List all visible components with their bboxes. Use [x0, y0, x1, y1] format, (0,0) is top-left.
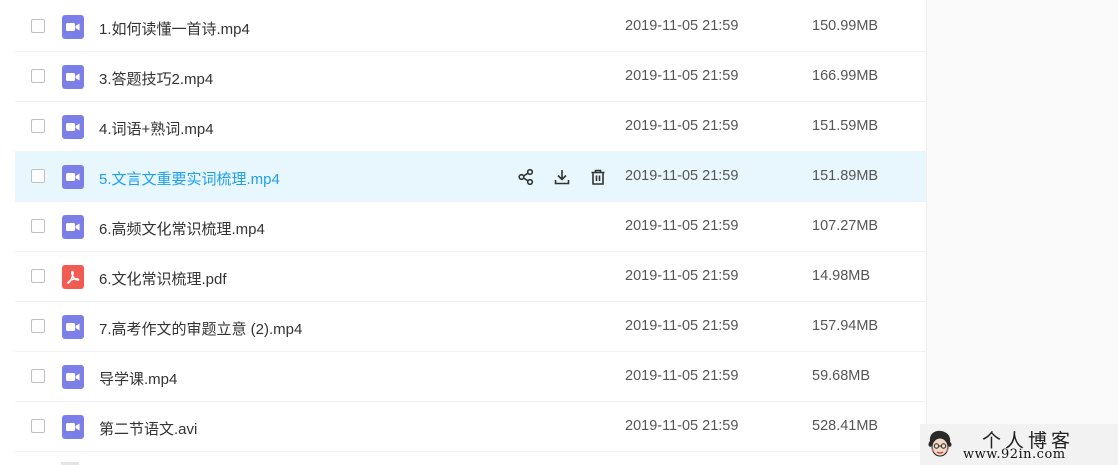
row-checkbox[interactable]: [31, 19, 45, 33]
file-row[interactable]: 第二节语文.avi 2019-11-05 21:59 528.41MB: [15, 402, 926, 452]
file-date: 2019-11-05 21:59: [625, 18, 739, 34]
file-size: 59.68MB: [812, 368, 871, 384]
file-row[interactable]: 1.如何读懂一首诗.mp4 2019-11-05 21:59 150.99MB: [15, 2, 926, 52]
row-checkbox[interactable]: [31, 369, 45, 383]
file-date: 2019-11-05 21:59: [625, 168, 739, 184]
file-name[interactable]: 3.答题技巧2.mp4: [99, 68, 213, 89]
file-row[interactable]: 3.答题技巧2.mp4 2019-11-05 21:59 166.99MB: [15, 52, 926, 102]
video-file-icon: [62, 315, 84, 339]
file-size: 528.41MB: [812, 418, 879, 434]
file-row-hovered[interactable]: 5.文言文重要实词梳理.mp4 2019-11-05 21:59 151.89M…: [15, 152, 926, 202]
file-size: 14.98MB: [812, 268, 871, 284]
right-panel: [926, 0, 1118, 465]
file-size: 151.89MB: [812, 168, 879, 184]
file-row[interactable]: 导学课.mp4 2019-11-05 21:59 59.68MB: [15, 352, 926, 402]
file-row[interactable]: 7.高考作文的审题立意 (2).mp4 2019-11-05 21:59 157…: [15, 302, 926, 352]
file-name[interactable]: 6.高频文化常识梳理.mp4: [99, 218, 265, 239]
video-file-icon: [62, 65, 84, 89]
file-name[interactable]: 4.词语+熟词.mp4: [99, 118, 214, 139]
video-file-icon: [62, 365, 84, 389]
file-name[interactable]: 7.高考作文的审题立意 (2).mp4: [99, 318, 302, 339]
share-icon[interactable]: [515, 166, 537, 188]
delete-icon[interactable]: [587, 166, 609, 188]
file-size: 150.99MB: [812, 18, 879, 34]
file-size: 107.27MB: [812, 218, 879, 234]
watermark: 个人博客 www.92in.com: [920, 424, 1118, 465]
video-file-icon: [62, 215, 84, 239]
file-row[interactable]: 6.高频文化常识梳理.mp4 2019-11-05 21:59 107.27MB: [15, 202, 926, 252]
file-size: 157.94MB: [812, 318, 879, 334]
row-checkbox[interactable]: [31, 319, 45, 333]
row-checkbox[interactable]: [31, 119, 45, 133]
file-name[interactable]: 6.文化常识梳理.pdf: [99, 268, 227, 289]
file-name[interactable]: 导学课.mp4: [99, 368, 177, 389]
file-date: 2019-11-05 21:59: [625, 318, 739, 334]
row-checkbox[interactable]: [31, 169, 45, 183]
file-date: 2019-11-05 21:59: [625, 268, 739, 284]
download-icon[interactable]: [551, 166, 573, 188]
video-file-icon: [62, 165, 84, 189]
file-name[interactable]: 1.如何读懂一首诗.mp4: [99, 18, 250, 39]
video-file-icon: [62, 15, 84, 39]
file-name[interactable]: 5.文言文重要实词梳理.mp4: [99, 168, 280, 189]
file-row[interactable]: 4.词语+熟词.mp4 2019-11-05 21:59 151.59MB: [15, 102, 926, 152]
video-file-icon: [62, 115, 84, 139]
row-checkbox[interactable]: [31, 419, 45, 433]
row-checkbox[interactable]: [31, 269, 45, 283]
avatar-logo-icon: [928, 430, 952, 457]
video-file-icon: [62, 415, 84, 439]
row-actions: [515, 166, 609, 188]
row-checkbox[interactable]: [31, 69, 45, 83]
pdf-file-icon: [62, 265, 84, 289]
file-date: 2019-11-05 21:59: [625, 218, 739, 234]
file-name[interactable]: 第二节语文.avi: [99, 418, 197, 439]
file-date: 2019-11-05 21:59: [625, 418, 739, 434]
file-size: 151.59MB: [812, 118, 879, 134]
file-date: 2019-11-05 21:59: [625, 68, 739, 84]
file-row[interactable]: 6.文化常识梳理.pdf 2019-11-05 21:59 14.98MB: [15, 252, 926, 302]
file-date: 2019-11-05 21:59: [625, 118, 739, 134]
file-size: 166.99MB: [812, 68, 879, 84]
file-date: 2019-11-05 21:59: [625, 368, 739, 384]
file-list: 1.如何读懂一首诗.mp4 2019-11-05 21:59 150.99MB …: [15, 2, 926, 452]
row-checkbox[interactable]: [31, 219, 45, 233]
watermark-url: www.92in.com: [963, 447, 1066, 462]
